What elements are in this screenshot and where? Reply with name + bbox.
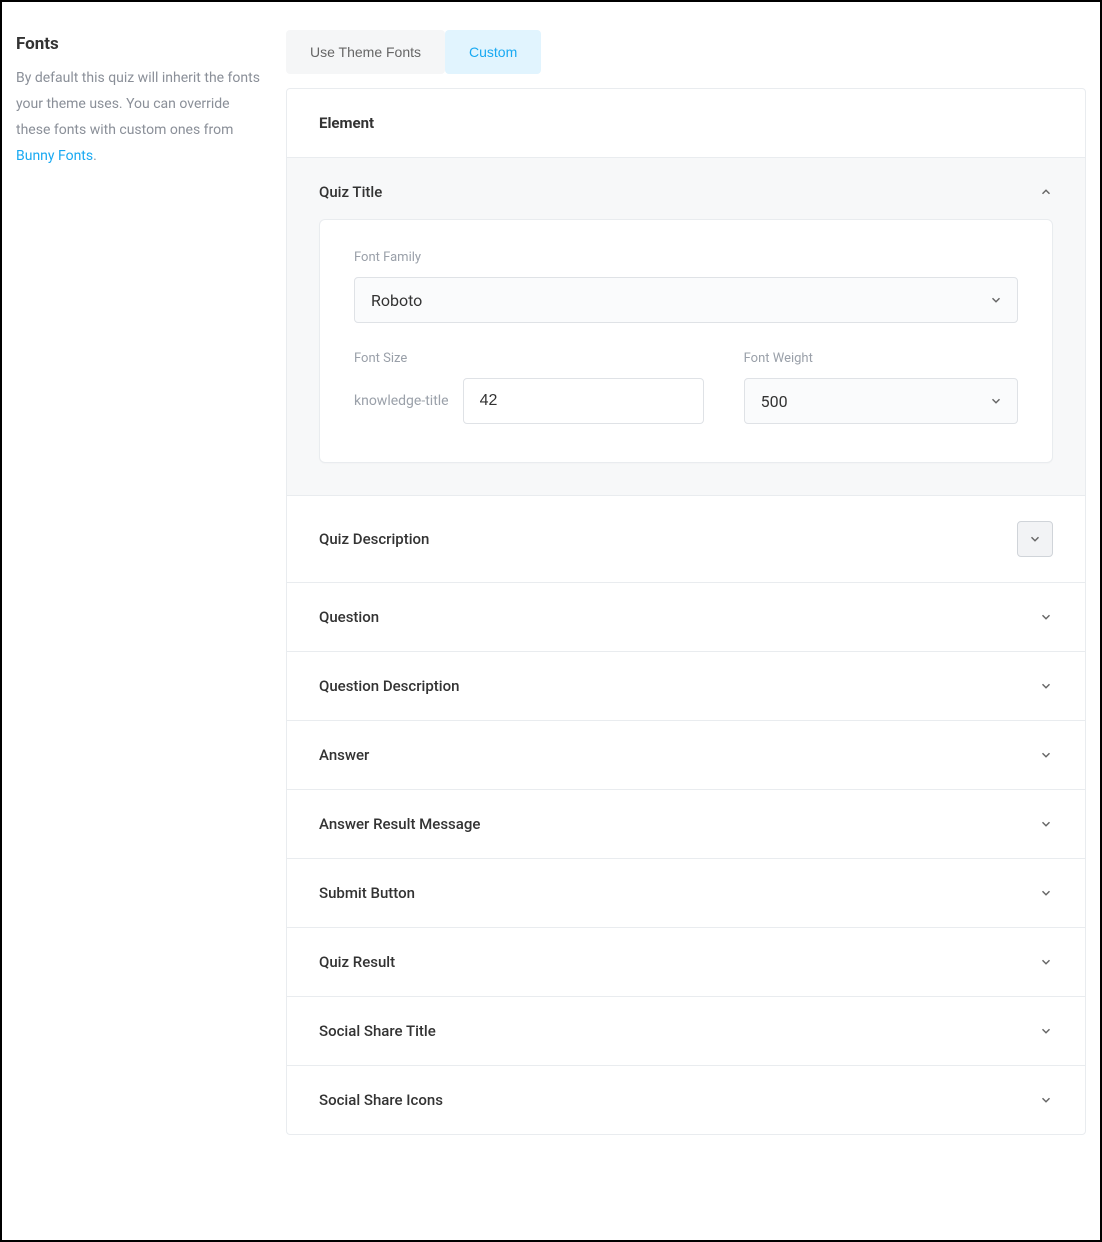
section-submit-button-label: Submit Button	[319, 884, 415, 902]
section-submit-button: Submit Button	[287, 859, 1085, 928]
font-weight-label: Font Weight	[744, 351, 1018, 366]
section-question: Question	[287, 583, 1085, 652]
chevron-down-icon	[989, 394, 1003, 408]
sidebar: Fonts By default this quiz will inherit …	[16, 16, 286, 1226]
section-question-description-label: Question Description	[319, 677, 459, 695]
section-answer-result-message: Answer Result Message	[287, 790, 1085, 859]
sidebar-description: By default this quiz will inherit the fo…	[16, 66, 266, 170]
section-quiz-title: Quiz Title Font Family Roboto	[287, 158, 1085, 496]
tab-use-theme-fonts[interactable]: Use Theme Fonts	[286, 30, 445, 74]
font-weight-select[interactable]: 500	[744, 378, 1018, 424]
section-answer: Answer	[287, 721, 1085, 790]
section-social-share-icons: Social Share Icons	[287, 1066, 1085, 1134]
section-social-share-title: Social Share Title	[287, 997, 1085, 1066]
chevron-down-icon	[1039, 955, 1053, 969]
section-quiz-description: Quiz Description	[287, 496, 1085, 583]
sidebar-desc-suffix: .	[93, 148, 97, 164]
font-size-input[interactable]	[463, 378, 704, 424]
section-social-share-icons-row[interactable]: Social Share Icons	[287, 1066, 1085, 1134]
font-family-label: Font Family	[354, 250, 1018, 265]
section-quiz-result-row[interactable]: Quiz Result	[287, 928, 1085, 996]
sidebar-title: Fonts	[16, 34, 266, 54]
section-answer-row[interactable]: Answer	[287, 721, 1085, 789]
section-quiz-result: Quiz Result	[287, 928, 1085, 997]
section-question-row[interactable]: Question	[287, 583, 1085, 651]
chevron-up-icon	[1039, 185, 1053, 199]
section-social-share-title-row[interactable]: Social Share Title	[287, 997, 1085, 1065]
chevron-down-icon	[1039, 610, 1053, 624]
section-question-description-row[interactable]: Question Description	[287, 652, 1085, 720]
section-answer-result-message-row[interactable]: Answer Result Message	[287, 790, 1085, 858]
section-quiz-description-label: Quiz Description	[319, 530, 429, 548]
section-question-label: Question	[319, 608, 379, 626]
section-submit-button-row[interactable]: Submit Button	[287, 859, 1085, 927]
font-size-prefix: knowledge-title	[354, 393, 449, 409]
bunny-fonts-link[interactable]: Bunny Fonts	[16, 148, 93, 164]
section-quiz-title-row[interactable]: Quiz Title	[287, 158, 1085, 219]
section-question-description: Question Description	[287, 652, 1085, 721]
chevron-down-icon	[1039, 748, 1053, 762]
section-answer-result-message-label: Answer Result Message	[319, 815, 480, 833]
section-social-share-icons-label: Social Share Icons	[319, 1091, 443, 1109]
section-social-share-title-label: Social Share Title	[319, 1022, 436, 1040]
section-quiz-description-row[interactable]: Quiz Description	[287, 496, 1085, 582]
font-family-select[interactable]: Roboto	[354, 277, 1018, 323]
sidebar-desc-text: By default this quiz will inherit the fo…	[16, 70, 260, 138]
font-size-label: Font Size	[354, 351, 704, 366]
chevron-down-icon	[1039, 886, 1053, 900]
font-weight-value: 500	[761, 392, 788, 411]
chevron-down-icon	[1039, 1024, 1053, 1038]
quiz-title-card: Font Family Roboto Font Size know	[319, 219, 1053, 463]
section-quiz-title-label: Quiz Title	[319, 183, 382, 201]
chevron-down-icon	[989, 293, 1003, 307]
chevron-down-icon	[1039, 679, 1053, 693]
tab-custom[interactable]: Custom	[445, 30, 541, 74]
quiz-title-body: Font Family Roboto Font Size know	[287, 219, 1085, 495]
chevron-down-icon	[1039, 1093, 1053, 1107]
panel-header: Element	[287, 89, 1085, 158]
font-family-value: Roboto	[371, 291, 422, 310]
section-quiz-result-label: Quiz Result	[319, 953, 395, 971]
tabs: Use Theme Fonts Custom	[286, 30, 1086, 74]
chevron-down-icon[interactable]	[1017, 521, 1053, 557]
section-answer-label: Answer	[319, 746, 369, 764]
elements-panel: Element Quiz Title Font Family Roboto	[286, 88, 1086, 1135]
chevron-down-icon	[1039, 817, 1053, 831]
main-content: Use Theme Fonts Custom Element Quiz Titl…	[286, 16, 1086, 1226]
